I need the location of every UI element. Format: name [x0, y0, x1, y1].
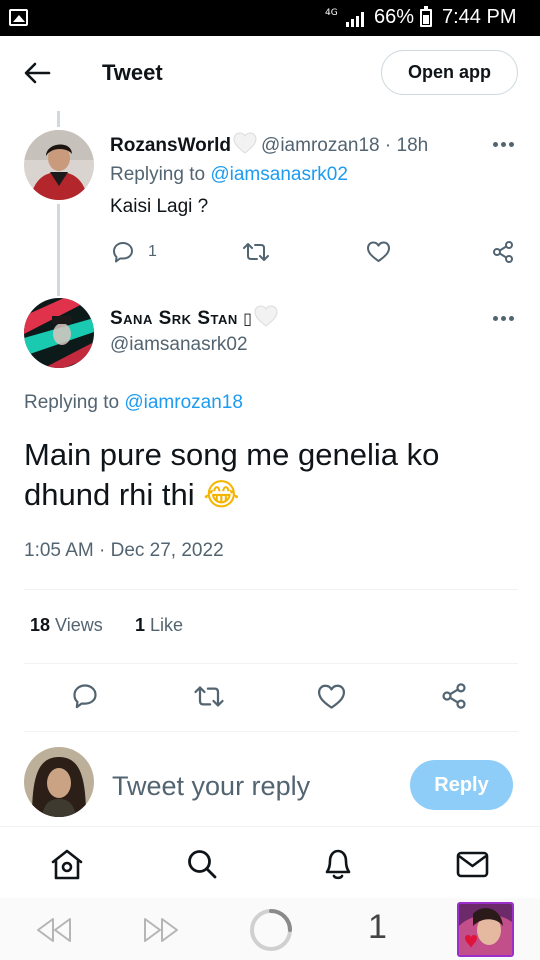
views-label: Views — [55, 615, 103, 635]
network-type: 4G — [325, 8, 338, 18]
open-app-button[interactable]: Open app — [381, 50, 518, 95]
battery-percent: 66% — [374, 6, 415, 28]
home-icon[interactable] — [50, 848, 84, 880]
main-tweet-date[interactable]: Dec 27, 2022 — [111, 540, 224, 561]
parent-time-separator: · — [384, 135, 392, 156]
main-tweet-author: Sana Srk Stan ▯ — [110, 305, 282, 330]
main-replying-prefix: Replying to — [24, 392, 120, 413]
views-count: 18 — [30, 615, 51, 635]
main-display-name[interactable]: Sana Srk Stan — [110, 308, 238, 329]
gallery-notification-icon — [9, 9, 28, 26]
main-more-icon[interactable] — [493, 313, 517, 323]
parent-more-icon[interactable] — [493, 139, 517, 149]
tweet-reply-input[interactable] — [112, 768, 392, 804]
fast-forward-icon[interactable] — [142, 916, 180, 944]
profile-thumbnail[interactable] — [457, 902, 514, 957]
parent-reply-icon[interactable] — [111, 240, 135, 264]
main-name-glyph: ▯ — [243, 309, 252, 328]
browser-toolbar: 1 — [0, 898, 540, 960]
tweet-header: Tweet Open app — [0, 36, 540, 112]
views-stat[interactable]: 18 Views — [30, 615, 103, 636]
like-icon[interactable] — [317, 684, 346, 710]
parent-replying-handle[interactable]: @iamsanasrk02 — [210, 164, 348, 185]
divider — [24, 589, 518, 590]
retweet-icon[interactable] — [193, 683, 225, 710]
main-replying-handle[interactable]: @iamrozan18 — [124, 392, 243, 413]
notifications-bell-icon[interactable] — [322, 847, 354, 881]
battery-icon — [420, 6, 432, 27]
parent-retweet-icon[interactable] — [242, 240, 270, 264]
parent-replying-to: Replying to @iamsanasrk02 — [110, 164, 348, 186]
main-tweet-time[interactable]: 1:05 AM — [24, 540, 94, 561]
divider — [24, 663, 518, 664]
search-icon[interactable] — [186, 848, 218, 880]
parent-tweet-author: RozansWorld @iamrozan18 · 18h — [110, 132, 428, 157]
parent-display-name[interactable]: RozansWorld — [110, 135, 231, 156]
thread-line-top — [57, 111, 60, 127]
tears-of-joy-emoji: 😂 — [203, 477, 240, 513]
bottom-navigation — [0, 826, 540, 898]
parent-tweet-age: 18h — [396, 135, 429, 156]
likes-stat[interactable]: 1 Like — [135, 615, 183, 636]
white-heart-icon — [254, 305, 278, 327]
signal-icon — [346, 12, 364, 27]
likes-count: 1 — [135, 615, 146, 635]
likes-label: Like — [150, 615, 184, 635]
clock: 7:44 PM — [442, 6, 517, 28]
main-tweet-timestamp: 1:05 AM · Dec 27, 2022 — [24, 540, 224, 562]
messages-envelope-icon[interactable] — [456, 851, 489, 878]
current-user-avatar[interactable] — [24, 747, 94, 817]
parent-handle[interactable]: @iamrozan18 — [261, 135, 380, 156]
main-tweet-text-line2-words: dhund rhi thi — [24, 477, 195, 512]
share-icon[interactable] — [440, 682, 468, 710]
parent-replying-prefix: Replying to — [110, 164, 206, 185]
main-tweet-avatar[interactable] — [24, 298, 94, 368]
status-bar: 4G 66% 7:44 PM — [0, 0, 540, 36]
divider — [24, 731, 518, 732]
back-arrow-icon[interactable] — [22, 60, 52, 86]
page-title: Tweet — [102, 60, 163, 85]
reply-icon[interactable] — [71, 682, 99, 710]
reply-button[interactable]: Reply — [410, 760, 513, 810]
main-handle[interactable]: @iamsanasrk02 — [110, 334, 248, 356]
tab-count[interactable]: 1 — [368, 908, 387, 947]
main-date-separator: · — [99, 540, 106, 561]
main-tweet-text-line2: dhund rhi thi 😂 — [24, 477, 239, 513]
parent-tweet-avatar[interactable] — [24, 130, 94, 200]
parent-share-icon[interactable] — [491, 240, 515, 264]
parent-like-icon[interactable] — [366, 241, 391, 263]
reload-spinner-icon[interactable] — [248, 907, 294, 953]
main-tweet-text-line1: Main pure song me genelia ko — [24, 437, 440, 472]
rewind-back-icon[interactable] — [35, 916, 73, 944]
parent-reply-count: 1 — [148, 243, 157, 260]
main-replying-to: Replying to @iamrozan18 — [24, 392, 243, 414]
white-heart-icon — [233, 132, 257, 154]
thread-line — [57, 204, 60, 296]
parent-tweet-text: Kaisi Lagi ? — [110, 196, 209, 217]
